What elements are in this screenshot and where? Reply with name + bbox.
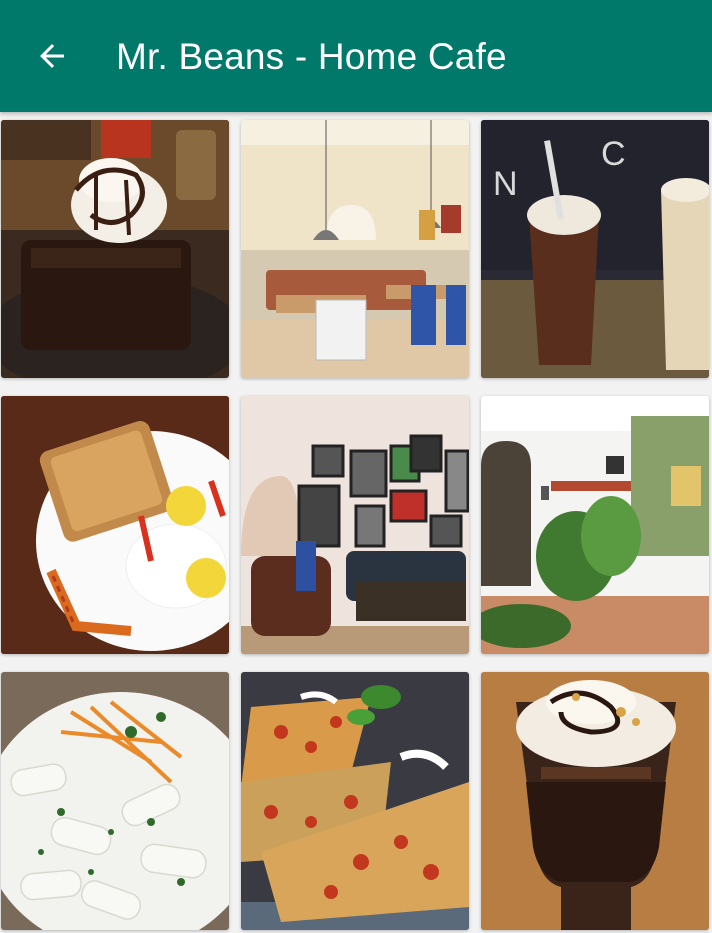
lounge-image bbox=[241, 396, 469, 654]
app-bar: Mr. Beans - Home Cafe bbox=[0, 0, 712, 112]
photo-iced-drinks[interactable]: N C bbox=[481, 120, 709, 378]
iced-drinks-image: N C bbox=[481, 120, 709, 378]
photo-brownie[interactable] bbox=[1, 120, 229, 378]
photo-lounge[interactable] bbox=[241, 396, 469, 654]
courtyard-image bbox=[481, 396, 709, 654]
photo-grid: N C bbox=[0, 112, 712, 933]
pasta-image bbox=[1, 672, 229, 930]
svg-text:N: N bbox=[493, 165, 518, 203]
cafe-interior-image bbox=[241, 120, 469, 378]
breakfast-image bbox=[1, 396, 229, 654]
svg-text:C: C bbox=[601, 135, 626, 173]
photo-breakfast[interactable] bbox=[1, 396, 229, 654]
photo-nachos[interactable] bbox=[241, 672, 469, 930]
photo-pasta[interactable] bbox=[1, 672, 229, 930]
nachos-image bbox=[241, 672, 469, 930]
photo-cafe-interior[interactable] bbox=[241, 120, 469, 378]
page-title: Mr. Beans - Home Cafe bbox=[116, 36, 507, 77]
back-button[interactable] bbox=[26, 30, 78, 82]
arrow-left-icon bbox=[40, 44, 64, 68]
photo-cold-coffee[interactable] bbox=[481, 672, 709, 930]
cold-coffee-image bbox=[481, 672, 709, 930]
photo-courtyard[interactable] bbox=[481, 396, 709, 654]
brownie-image bbox=[1, 120, 229, 378]
